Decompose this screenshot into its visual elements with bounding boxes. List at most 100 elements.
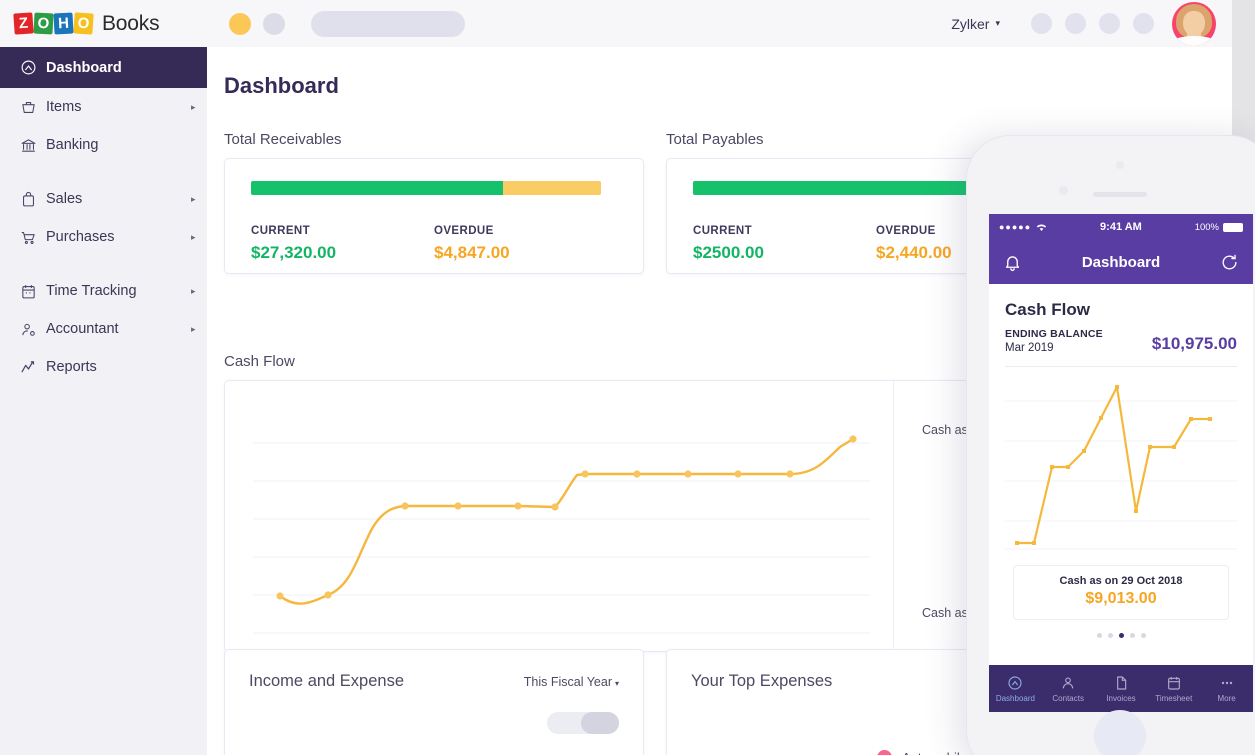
refresh-icon[interactable] <box>1220 253 1239 272</box>
chevron-right-icon: ▸ <box>191 101 196 112</box>
bank-icon <box>20 137 46 154</box>
sidebar-item-banking[interactable]: Banking <box>0 126 207 164</box>
pager-dot <box>1140 633 1146 638</box>
sidebar-item-label: Items <box>46 99 82 115</box>
phone-tab-timesheet[interactable]: Timesheet <box>1147 665 1200 712</box>
income-expense-filter-label: This Fiscal Year <box>523 674 612 689</box>
phone-cashflow-tooltip: Cash as on 29 Oct 2018 $9,013.00 <box>1013 565 1229 620</box>
sidebar-item-dashboard[interactable]: Dashboard <box>0 47 207 88</box>
status-dot-yellow-icon[interactable] <box>229 12 251 35</box>
sidebar-divider-2 <box>0 256 207 272</box>
pager-dot <box>1129 633 1135 638</box>
phone-cashflow-chart <box>1005 371 1237 557</box>
document-icon <box>1113 675 1129 691</box>
phone-home-button[interactable] <box>1094 710 1146 755</box>
income-expense-header: Income and Expense This Fiscal Year ▾ <box>249 672 619 691</box>
bottom-row: Income and Expense This Fiscal Year ▾ Yo… <box>224 649 1086 755</box>
screenshot-root: ZOHO Books Dashboard Items ▸ Banking Sal… <box>0 0 1255 755</box>
avatar[interactable] <box>1172 1 1216 46</box>
phone-tab-label: Contacts <box>1052 693 1084 703</box>
phone-tab-dashboard[interactable]: Dashboard <box>989 665 1042 712</box>
topbar-icon-4[interactable] <box>1133 13 1154 34</box>
chevron-right-icon: ▸ <box>191 323 196 334</box>
cashflow-card: Cash as o Cash as o <box>224 380 984 652</box>
income-expense-toggle[interactable] <box>547 712 619 734</box>
phone-ending-balance-row: ENDING BALANCE Mar 2019 $10,975.00 <box>1005 328 1237 354</box>
sidebar-item-label: Accountant <box>46 321 119 337</box>
phone-tab-more[interactable]: More <box>1200 665 1253 712</box>
kpi-row: Total Receivables CURRENT $27,320.00 OVE… <box>224 131 1086 274</box>
receivables-overdue: OVERDUE $4,847.00 <box>434 225 617 263</box>
phone-divider <box>1005 366 1237 367</box>
sidebar-item-label: Dashboard <box>46 59 122 76</box>
payables-current-value: $2500.00 <box>693 243 764 262</box>
battery-percent-label: 100% <box>1194 221 1219 233</box>
sidebar-divider-1 <box>0 164 207 180</box>
search-input[interactable] <box>311 10 465 37</box>
phone-tab-bar: Dashboard Contacts Invoices Timesheet Mo… <box>989 665 1253 712</box>
phone-nav-bar: Dashboard <box>989 240 1253 284</box>
phone-mockup: ●●●●● 9:41 AM 100% Dashboard Cash Flow E… <box>966 135 1255 755</box>
sidebar-item-label: Banking <box>46 137 99 153</box>
phone-clock: 9:41 AM <box>1100 221 1142 233</box>
sidebar-item-accountant[interactable]: Accountant ▸ <box>0 310 207 348</box>
chevron-right-icon: ▸ <box>191 231 196 242</box>
cashflow-chart <box>225 381 893 651</box>
topbar-icon-2[interactable] <box>1065 13 1086 34</box>
status-dot-grey-icon[interactable] <box>263 12 285 35</box>
logo-tile-o2: O <box>73 12 94 35</box>
chevron-down-icon[interactable]: ▾ <box>995 18 1000 29</box>
phone-tab-invoices[interactable]: Invoices <box>1095 665 1148 712</box>
phone-tooltip-value: $9,013.00 <box>1085 590 1157 607</box>
income-expense-filter[interactable]: This Fiscal Year ▾ <box>524 675 619 689</box>
topbar-icon-1[interactable] <box>1031 13 1052 34</box>
page-title: Dashboard <box>224 73 339 98</box>
calendar-icon <box>1166 675 1182 691</box>
sidebar-item-purchases[interactable]: Purchases ▸ <box>0 218 207 256</box>
basket-icon <box>20 99 46 116</box>
receivables-bar-current <box>251 181 503 195</box>
phone-ending-balance-left: ENDING BALANCE Mar 2019 <box>1005 328 1103 354</box>
sidebar-item-sales[interactable]: Sales ▸ <box>0 180 207 218</box>
toggle-knob <box>581 712 619 734</box>
avatar-shirt <box>1174 35 1214 46</box>
receivables-block: Total Receivables CURRENT $27,320.00 OVE… <box>224 131 644 274</box>
sidebar-item-label: Reports <box>46 359 97 375</box>
topbar-icon-3[interactable] <box>1099 13 1120 34</box>
brand-bar: ZOHO Books <box>0 0 207 47</box>
receivables-overdue-label: OVERDUE <box>434 225 494 237</box>
phone-tab-label: Dashboard <box>995 693 1035 703</box>
wifi-icon <box>1036 223 1047 232</box>
receivables-title: Total Receivables <box>224 131 342 148</box>
phone-body: Cash Flow ENDING BALANCE Mar 2019 $10,97… <box>989 284 1253 638</box>
phone-camera-icon <box>1059 186 1068 195</box>
phone-cashflow-title: Cash Flow <box>1005 300 1091 319</box>
sidebar-item-time-tracking[interactable]: Time Tracking ▸ <box>0 272 207 310</box>
top-expenses-title: Your Top Expenses <box>691 672 833 690</box>
sidebar-item-label: Sales <box>46 191 83 207</box>
zoho-logo[interactable]: ZOHO Books <box>13 12 160 36</box>
top-expenses-pie-chart <box>689 750 805 755</box>
sidebar-item-label: Time Tracking <box>46 283 137 299</box>
income-expense-bars <box>249 750 426 755</box>
phone-pager[interactable] <box>1005 633 1237 638</box>
income-expense-title: Income and Expense <box>249 672 405 690</box>
gauge-icon <box>1007 675 1023 691</box>
signal-icon: ●●●●● <box>999 222 1032 232</box>
phone-sensor-icon <box>1116 161 1124 169</box>
payables-bar-current <box>693 181 973 195</box>
phone-tab-label: More <box>1217 693 1236 703</box>
sidebar-nav: Dashboard Items ▸ Banking Sales ▸ Purcha… <box>0 47 207 386</box>
logo-tile-z: Z <box>13 12 34 35</box>
income-expense-card: Income and Expense This Fiscal Year ▾ <box>224 649 644 755</box>
phone-tab-label: Invoices <box>1106 693 1136 703</box>
phone-ending-balance-value: $10,975.00 <box>1151 334 1237 353</box>
sidebar-item-reports[interactable]: Reports <box>0 348 207 386</box>
phone-tab-contacts[interactable]: Contacts <box>1042 665 1095 712</box>
bell-icon[interactable] <box>1003 253 1022 272</box>
sidebar-item-items[interactable]: Items ▸ <box>0 88 207 126</box>
phone-speaker-icon <box>1093 192 1147 197</box>
legend-label-automobile: Automobile <box>902 750 967 755</box>
cart-icon <box>20 229 46 246</box>
receivables-progress-bar <box>251 181 601 195</box>
